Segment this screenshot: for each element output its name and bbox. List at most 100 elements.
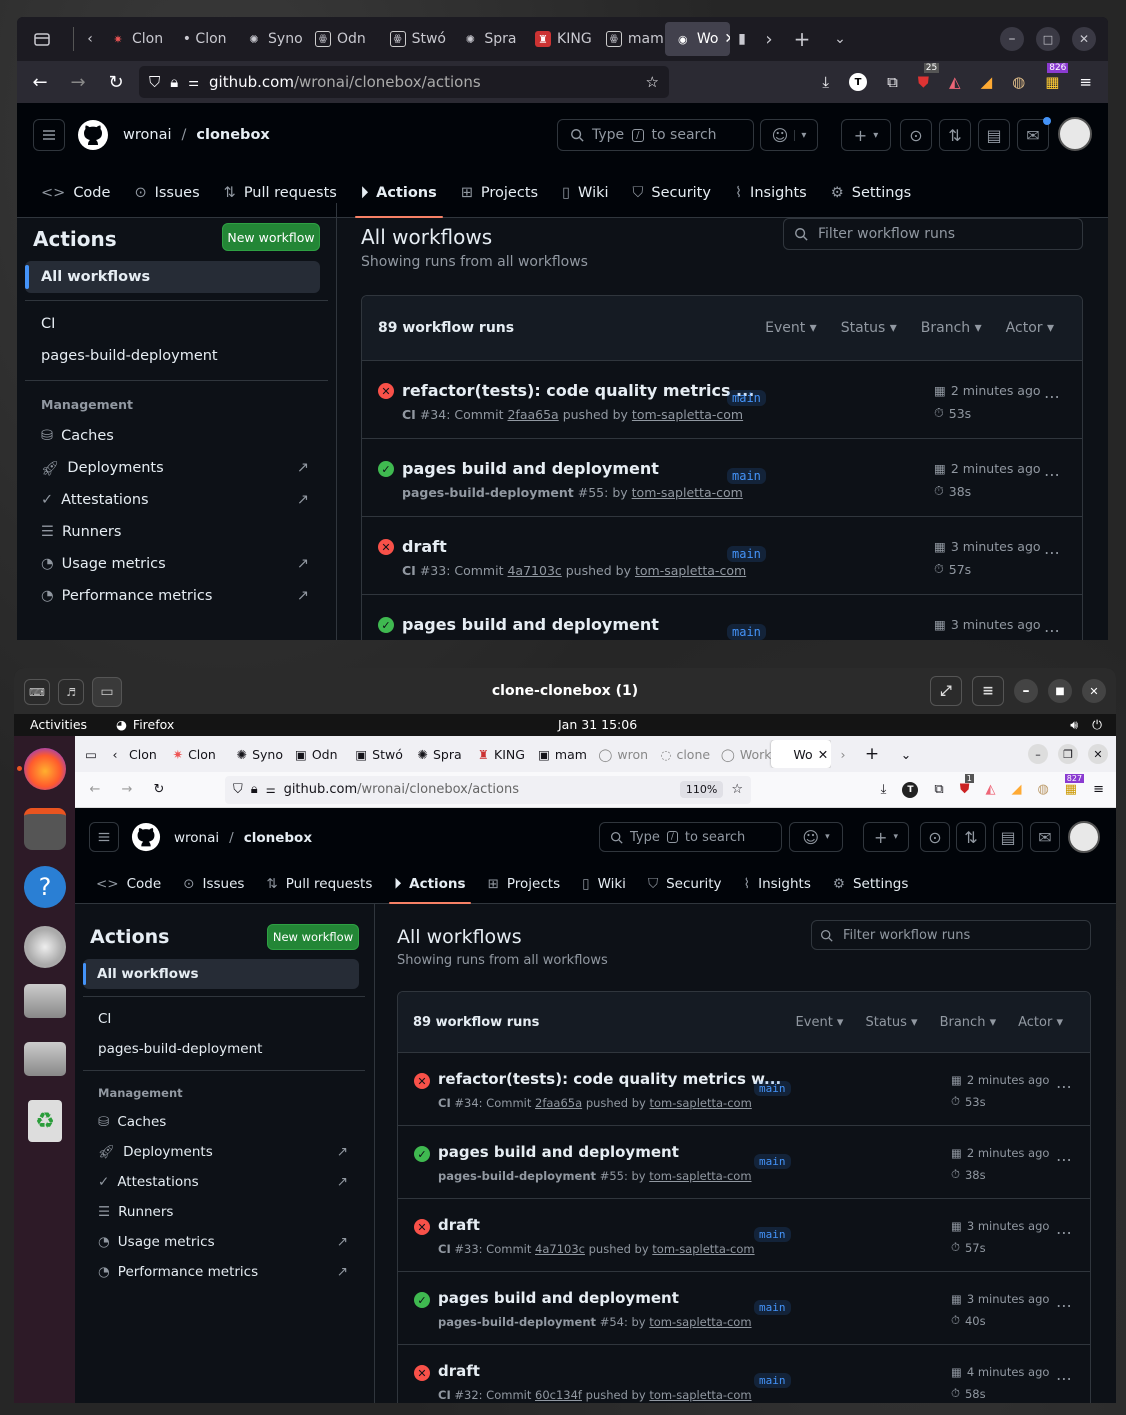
- sidebar-item-usage-metrics[interactable]: ◔ Usage metrics ↗: [25, 548, 325, 580]
- run-title-link[interactable]: draft: [438, 1362, 480, 1380]
- actor-link[interactable]: tom-sapletta-com: [649, 1388, 751, 1402]
- repo-name-link[interactable]: clonebox: [244, 830, 312, 846]
- commit-link[interactable]: 2faa65a: [535, 1096, 582, 1110]
- sidebar-item-attestations[interactable]: ✓ Attestations ↗: [25, 484, 325, 516]
- sidebar-item-pages-build-deployment[interactable]: pages-build-deployment: [83, 1034, 363, 1064]
- ublock-icon[interactable]: ⛊ 1: [960, 774, 974, 797]
- run-title-link[interactable]: pages build and deployment: [402, 615, 659, 634]
- new-workflow-button[interactable]: New workflow: [222, 223, 320, 251]
- avatar[interactable]: [1058, 117, 1092, 151]
- sidebar-item-all-workflows[interactable]: All workflows: [83, 959, 359, 989]
- menu-icon[interactable]: ≡: [1079, 73, 1092, 91]
- bookmark-star-icon[interactable]: ☆: [646, 73, 659, 91]
- branch-filter[interactable]: Branch ▾: [940, 1015, 997, 1030]
- bookmark-star-icon[interactable]: ☆: [731, 782, 743, 797]
- run-title-link[interactable]: pages build and deployment: [402, 459, 659, 478]
- sidebar-item-runners[interactable]: ☰ Runners: [25, 516, 325, 548]
- tab-projects[interactable]: ⊞ Projects: [477, 864, 572, 904]
- tab[interactable]: ◯ Work: [715, 740, 772, 768]
- cookie-icon[interactable]: ◍: [1037, 782, 1048, 797]
- run-title-link[interactable]: draft: [402, 537, 447, 556]
- filter-runs-input[interactable]: Filter workflow runs: [811, 920, 1091, 950]
- tab[interactable]: ✺ Spra: [411, 740, 471, 768]
- sidebar-item-runners[interactable]: ☰ Runners: [83, 1197, 363, 1227]
- cheese-icon[interactable]: ◢: [981, 73, 993, 91]
- run-title-link[interactable]: pages build and deployment: [438, 1143, 679, 1161]
- tab[interactable]: ◌ clone: [655, 740, 715, 768]
- extensions-icon[interactable]: ⧉: [934, 782, 943, 797]
- more-options-icon[interactable]: ⋯: [1056, 1150, 1072, 1169]
- actor-link[interactable]: tom-sapletta-com: [652, 1242, 754, 1256]
- list-tabs-icon[interactable]: ⌄: [820, 31, 860, 47]
- tab[interactable]: ✷ Clon: [167, 740, 231, 768]
- commit-link[interactable]: 60c134f: [535, 1388, 582, 1402]
- megaphone-icon[interactable]: ◭: [985, 782, 995, 797]
- close-window-icon[interactable]: ✕: [1088, 744, 1108, 764]
- tab[interactable]: ✺ Syno: [231, 740, 289, 768]
- sidebar-item-performance-metrics[interactable]: ◔ Performance metrics ↗: [83, 1257, 363, 1287]
- new-tab-icon[interactable]: +: [784, 27, 820, 51]
- tab[interactable]: ♜ KING: [525, 22, 596, 56]
- tab[interactable]: ✷ Clon: [100, 22, 173, 56]
- drive-icon[interactable]: [24, 984, 66, 1018]
- search-input[interactable]: Type / to search: [557, 119, 754, 151]
- firefox-icon[interactable]: [24, 748, 66, 790]
- ublock-icon[interactable]: ⛊ 25: [918, 63, 940, 91]
- hamburger-menu-button[interactable]: [89, 822, 119, 852]
- tab-active[interactable]: ◉Wo✕: [664, 22, 730, 56]
- repo-owner-link[interactable]: wronai: [174, 830, 219, 846]
- list-tabs-icon[interactable]: ⌄: [889, 747, 923, 762]
- tab[interactable]: ꙮ mam: [596, 22, 665, 56]
- drive-icon[interactable]: [24, 1042, 66, 1076]
- copilot-button[interactable]: ☺ ▾: [760, 119, 818, 151]
- more-options-icon[interactable]: ⋯: [1056, 1223, 1072, 1242]
- branch-badge[interactable]: main: [754, 1154, 791, 1169]
- branch-badge[interactable]: main: [754, 1373, 791, 1388]
- disc-icon[interactable]: [24, 926, 66, 968]
- create-new-button[interactable]: + ▾: [841, 119, 891, 151]
- workflow-run-row[interactable]: ✕ refactor(tests): code quality metrics w…: [398, 1053, 1090, 1126]
- menu-icon[interactable]: ≡: [1093, 782, 1104, 797]
- extension-t-icon[interactable]: T: [902, 781, 919, 798]
- repo-name-link[interactable]: clonebox: [196, 127, 269, 143]
- sidebar-item-performance-metrics[interactable]: ◔ Performance metrics ↗: [25, 580, 325, 612]
- workflow-run-row[interactable]: ✓ pages build and deployment pages-build-d…: [398, 1126, 1090, 1199]
- sidebar-item-ci[interactable]: CI: [25, 308, 325, 340]
- more-options-icon[interactable]: ⋯: [1056, 1077, 1072, 1096]
- tab[interactable]: ꙮ Odn: [305, 22, 380, 56]
- extensions-icon[interactable]: ⧉: [887, 73, 898, 91]
- sidebar-item-pages-build-deployment[interactable]: pages-build-deployment: [25, 340, 325, 372]
- sidebar-item-caches[interactable]: ⛁ Caches: [83, 1107, 363, 1137]
- run-title-link[interactable]: draft: [438, 1216, 480, 1234]
- create-new-button[interactable]: + ▾: [863, 822, 909, 852]
- repositories-icon[interactable]: ▤: [993, 822, 1023, 852]
- new-tab-icon[interactable]: +: [855, 744, 889, 764]
- search-input[interactable]: Type / to search: [599, 822, 782, 852]
- tabs-scroll-left-icon[interactable]: ‹: [80, 31, 100, 47]
- zoom-level-button[interactable]: 110%: [679, 781, 724, 798]
- avatar[interactable]: [1068, 821, 1100, 853]
- actor-link[interactable]: tom-sapletta-com: [649, 1096, 751, 1110]
- actor-link[interactable]: tom-sapletta-com: [649, 1315, 751, 1329]
- url-field[interactable]: ⛉ 🔒︎ ⚌ github.com/wronai/clonebox/action…: [225, 775, 751, 804]
- workflow-run-row[interactable]: ✓ pages build and deployment pages-build-d…: [398, 1272, 1090, 1345]
- help-icon[interactable]: ?: [24, 866, 66, 908]
- sidebar-item-caches[interactable]: ⛁ Caches: [25, 420, 325, 452]
- activities-button[interactable]: Activities: [30, 717, 87, 732]
- close-tab-icon[interactable]: ✕: [818, 747, 828, 762]
- more-options-icon[interactable]: ⋯: [1056, 1296, 1072, 1315]
- tab-code[interactable]: <> Code: [85, 864, 172, 904]
- tab[interactable]: ▣ mam: [532, 740, 592, 768]
- event-filter[interactable]: Event ▾: [796, 1015, 844, 1030]
- usb-icon[interactable]: ♬: [58, 679, 84, 705]
- tab[interactable]: ✺ Syno: [236, 22, 305, 56]
- restore-icon[interactable]: ❐: [1058, 744, 1078, 764]
- run-title-link[interactable]: refactor(tests): code quality metrics w.…: [438, 1070, 781, 1088]
- maximize-icon[interactable]: □: [1036, 27, 1060, 51]
- sidebar-item-attestations[interactable]: ✓ Attestations ↗: [83, 1167, 363, 1197]
- pull-requests-icon[interactable]: ⇅: [939, 119, 971, 151]
- tabs-scroll-right-icon[interactable]: ›: [754, 29, 784, 50]
- tab[interactable]: ꙮ Stwó: [380, 22, 453, 56]
- tab-insights[interactable]: ⌇ Insights: [733, 864, 822, 904]
- workflow-run-row[interactable]: ✓ pages build and deployment pages-build-d…: [362, 439, 1082, 517]
